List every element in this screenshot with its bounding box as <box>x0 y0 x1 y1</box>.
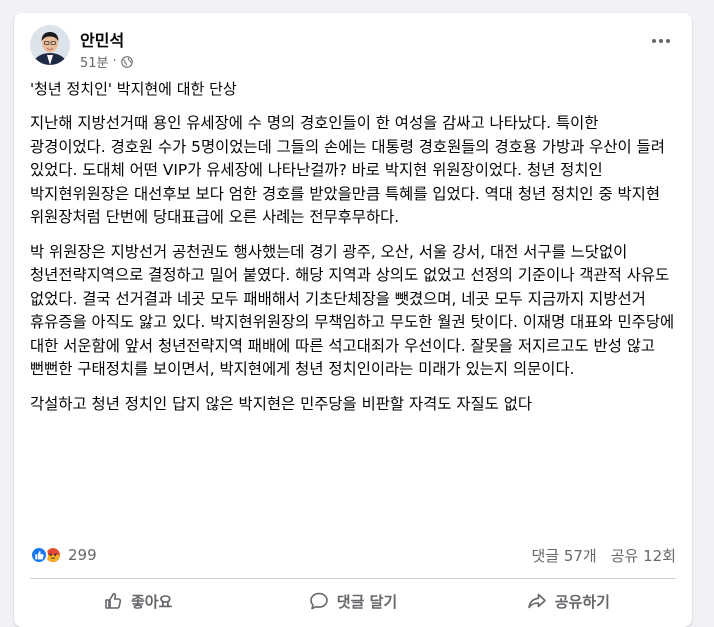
reactions-summary[interactable]: 299 <box>30 546 97 564</box>
post-meta: 51분 · <box>80 52 133 71</box>
comment-bubble-icon <box>309 592 328 610</box>
post-paragraph: 지난해 지방선거때 용인 유세장에 수 명의 경호인들이 한 여성을 감싸고 나… <box>30 114 665 226</box>
author-name[interactable]: 안민석 <box>80 27 124 51</box>
share-label: 공유하기 <box>554 592 610 611</box>
globe-icon[interactable] <box>120 55 133 68</box>
comment-count[interactable]: 댓글 57개 <box>531 545 596 566</box>
post-paragraph: 각설하고 청년 정치인 답지 않은 박지현은 민주당을 비판할 자격도 자질도 … <box>30 394 533 413</box>
post-card: 안민석 51분 · '청년 정치인' 박지현에 대한 단상 지난해 지방선거때 … <box>14 13 692 627</box>
comment-button[interactable]: 댓글 달기 <box>245 583 460 619</box>
engagement-counts: 댓글 57개 공유 12회 <box>531 545 676 566</box>
post-time[interactable]: 51분 <box>80 52 109 71</box>
divider <box>30 578 676 579</box>
reaction-count[interactable]: 299 <box>68 546 97 564</box>
avatar-image <box>30 25 70 65</box>
more-options-icon[interactable] <box>646 29 676 53</box>
post-paragraph: 박 위원장은 지방선거 공천권도 행사했는데 경기 광주, 오산, 서울 강서,… <box>30 242 675 379</box>
comment-label: 댓글 달기 <box>336 592 398 611</box>
share-arrow-icon <box>527 593 546 609</box>
post-title: '청년 정치인' 박지현에 대한 단상 <box>30 80 237 98</box>
meta-separator: · <box>112 54 117 69</box>
like-button[interactable]: 좋아요 <box>30 583 245 619</box>
thumbs-up-icon <box>105 592 122 609</box>
post-stats: 299 댓글 57개 공유 12회 <box>30 543 676 567</box>
share-button[interactable]: 공유하기 <box>461 583 676 619</box>
post-actions: 좋아요 댓글 달기 공유하기 <box>30 583 676 619</box>
like-label: 좋아요 <box>130 592 173 611</box>
post-header: 안민석 51분 · <box>30 25 676 73</box>
avatar[interactable] <box>30 25 70 65</box>
post-body: 지난해 지방선거때 용인 유세장에 수 명의 경호인들이 한 여성을 감싸고 나… <box>30 112 678 427</box>
like-reaction-icon <box>30 546 48 564</box>
reaction-icons <box>30 546 62 564</box>
share-count[interactable]: 공유 12회 <box>611 545 676 566</box>
